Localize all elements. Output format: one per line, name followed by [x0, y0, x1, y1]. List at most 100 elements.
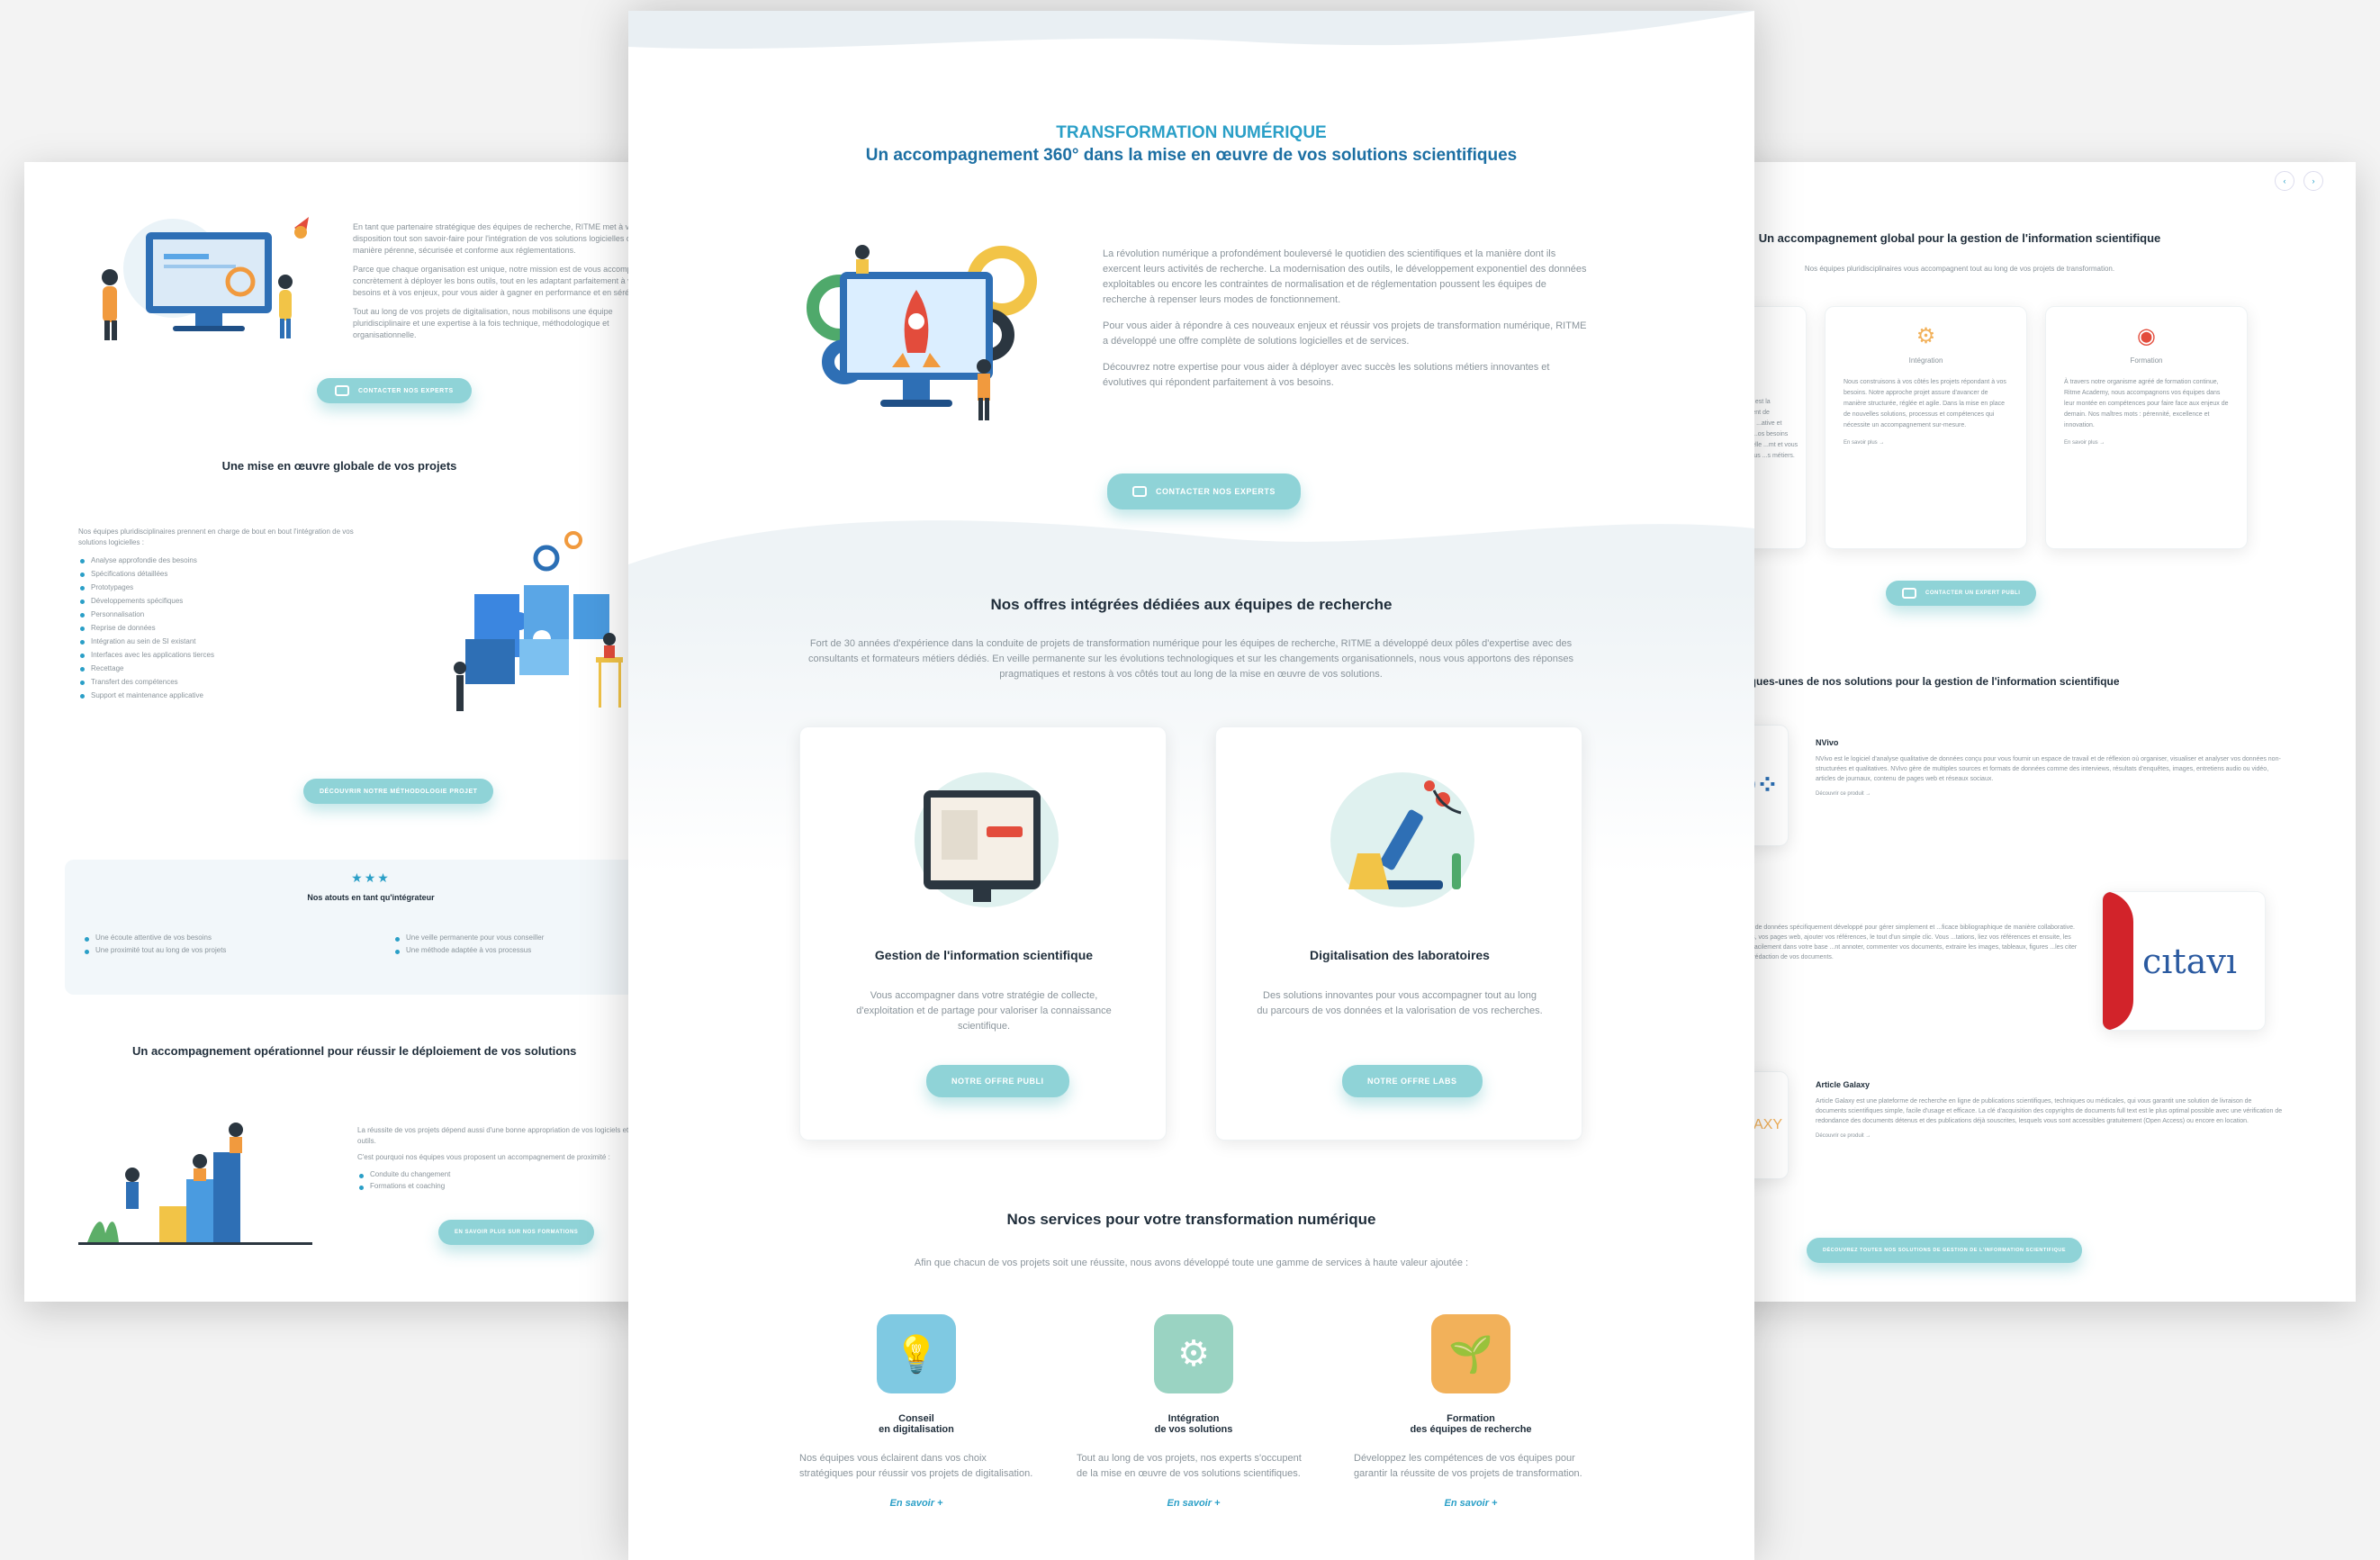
- section-intro: Nos équipes pluridisciplinaires prennent…: [78, 528, 354, 546]
- service-title: Conseil: [898, 1413, 934, 1424]
- methodology-label: Découvrir notre méthodologie projet: [320, 788, 478, 795]
- offer-text: Des solutions innovantes pour vous accom…: [1257, 990, 1543, 1016]
- citavi-logo-text: cıtavı: [2142, 941, 2237, 981]
- service-card: ◉ Formation À travers notre organisme ag…: [2045, 306, 2248, 549]
- service-list-item: Spécifications détaillées: [78, 567, 375, 581]
- lightbulb-gear-icon: ⚙: [1154, 1314, 1233, 1393]
- offer-labs-button[interactable]: Notre offre Labs: [1342, 1065, 1483, 1097]
- offer-card-publi: Gestion de l'information scientifique Vo…: [799, 726, 1167, 1141]
- section-text: C'est pourquoi nos équipes vous proposen…: [357, 1153, 610, 1161]
- service-subtitle: des équipes de recherche: [1410, 1424, 1532, 1435]
- page-headline: Un accompagnement 360° dans la mise en œ…: [865, 146, 1518, 165]
- card-link[interactable]: En savoir plus →: [1826, 431, 2026, 455]
- list-item: Formations et coaching: [357, 1180, 654, 1192]
- service-list-item: Développements spécifiques: [78, 594, 375, 608]
- contact-expert-publi-label: Contacter un expert Publi: [1925, 591, 2021, 596]
- service-title: Formation: [1447, 1413, 1495, 1424]
- service-card: ⚙ Intégration Nous construisons à vos cô…: [1825, 306, 2027, 549]
- section-title: Un accompagnement global pour la gestion…: [1758, 231, 2161, 245]
- service-title: Intégration: [1167, 1413, 1220, 1424]
- offer-publi-label: Notre offre Publi: [951, 1077, 1044, 1086]
- stars-icon: ★★★: [351, 870, 391, 885]
- card-title: Intégration: [1908, 356, 1943, 365]
- center-page: TRANSFORMATION NUMÉRIQUE Un accompagneme…: [628, 11, 1754, 1560]
- contact-experts-label: Contacter nos experts: [358, 387, 454, 394]
- card-title: Formation: [2130, 356, 2163, 365]
- atout-item: Une veille permanente pour vous conseill…: [393, 932, 654, 944]
- service-formation: 🌱 Formation des équipes de recherche Dév…: [1345, 1314, 1597, 1509]
- service-link[interactable]: En savoir +: [1345, 1498, 1597, 1509]
- intro-paragraph: Pour vous aider à répondre à ces nouveau…: [1103, 320, 1587, 347]
- atout-item: Une proximité tout au long de vos projet…: [83, 944, 353, 957]
- atouts-title: Nos atouts en tant qu'intégrateur: [307, 893, 435, 902]
- intro-paragraph: Découvrez notre expertise pour vous aide…: [1103, 362, 1550, 388]
- atout-item: Une méthode adaptée à vos processus: [393, 944, 654, 957]
- product-text: NVivo est le logiciel d'analyse qualitat…: [1816, 756, 2281, 782]
- section-intro: Nos équipes pluridisciplinaires vous acc…: [1804, 265, 2115, 273]
- atouts-panel: ★★★ Nos atouts en tant qu'intégrateur Un…: [65, 860, 654, 995]
- service-conseil: 💡 Conseil en digitalisation Nos équipes …: [790, 1314, 1042, 1509]
- services-title: Nos services pour votre transformation n…: [1006, 1211, 1376, 1228]
- intro-paragraph: La révolution numérique a profondément b…: [1103, 248, 1587, 305]
- section-title: Quelques-unes de nos solutions pour la g…: [1726, 675, 2120, 688]
- service-list-item: Interfaces avec les applications tierces: [78, 648, 375, 662]
- chat-icon: [1132, 486, 1147, 497]
- service-list-item: Support et maintenance applicative: [78, 689, 375, 702]
- service-link[interactable]: En savoir +: [790, 1498, 1042, 1509]
- puzzle-team-illustration: [454, 531, 623, 711]
- service-list-item: Intégration au sein de SI existant: [78, 635, 375, 648]
- rocket-computer-illustration: [807, 245, 1037, 420]
- carousel-controls: ‹ ›: [2275, 171, 2323, 191]
- lightbulb-brain-icon: 💡: [877, 1314, 956, 1393]
- offer-publi-button[interactable]: Notre offre Publi: [926, 1065, 1069, 1097]
- contact-expert-publi-button[interactable]: Contacter un expert Publi: [1886, 581, 2037, 606]
- service-integration: ⚙ Intégration de vos solutions Tout au l…: [1068, 1314, 1320, 1509]
- product-link[interactable]: Découvrir ce produit →: [1816, 791, 2284, 797]
- atout-item: Une écoute attentive de vos besoins: [83, 932, 353, 944]
- chat-icon: [335, 385, 349, 396]
- all-solutions-label: Découvrez toutes nos solutions de gestio…: [1823, 1248, 2067, 1253]
- page-kicker: TRANSFORMATION NUMÉRIQUE: [1056, 123, 1327, 142]
- lightbulb-leaf-icon: 🌱: [1431, 1314, 1510, 1393]
- product-name: Article Galaxy: [1816, 1080, 1871, 1089]
- intro-paragraph: Parce que chaque organisation est unique…: [353, 265, 653, 297]
- offer-labs-label: Notre offre Labs: [1367, 1077, 1457, 1086]
- contact-experts-label: Contacter nos experts: [1156, 487, 1276, 496]
- product-link[interactable]: →: [1726, 969, 2081, 975]
- intro-text: En tant que partenaire stratégique des é…: [353, 221, 654, 341]
- product-link[interactable]: Découvrir ce produit →: [1816, 1133, 2284, 1139]
- methodology-button[interactable]: Découvrir notre méthodologie projet: [303, 779, 494, 804]
- offers-title: Nos offres intégrées dédiées aux équipes…: [990, 596, 1393, 613]
- services-intro: Afin que chacun de vos projets soit une …: [914, 1258, 1469, 1268]
- product-text: ...de base de données spécifiquement dév…: [1726, 924, 2078, 960]
- service-link[interactable]: En savoir +: [1068, 1498, 1320, 1509]
- service-list-item: Reprise de données: [78, 621, 375, 635]
- card-link[interactable]: En savoir plus →: [2046, 431, 2247, 455]
- formation-icon: ◉: [2137, 324, 2156, 348]
- formations-label: En savoir plus sur nos formations: [455, 1230, 579, 1235]
- service-list-item: Prototypages: [78, 581, 375, 594]
- chat-icon: [1902, 588, 1916, 599]
- service-list-item: Personnalisation: [78, 608, 375, 621]
- product-text: Article Galaxy est une plateforme de rec…: [1816, 1098, 2283, 1124]
- offers-intro: Fort de 30 années d'expérience dans la c…: [808, 638, 1573, 680]
- formations-button[interactable]: En savoir plus sur nos formations: [438, 1220, 595, 1245]
- service-text: Tout au long de vos projets, nos experts…: [1077, 1453, 1302, 1479]
- prev-arrow-icon[interactable]: ‹: [2275, 171, 2294, 191]
- contact-experts-button[interactable]: Contacter nos experts: [317, 378, 472, 403]
- section-title: Une mise en œuvre globale de vos projets: [221, 459, 457, 473]
- offer-title: Gestion de l'information scientifique: [874, 948, 1094, 962]
- service-list-item: Recettage: [78, 662, 375, 675]
- offer-card-labs: Digitalisation des laboratoires Des solu…: [1215, 726, 1582, 1141]
- offer-text: Vous accompagner dans votre stratégie de…: [856, 990, 1112, 1032]
- microscope-lab-icon: [1330, 772, 1474, 907]
- section-title: Un accompagnement opérationnel pour réus…: [132, 1044, 577, 1058]
- all-solutions-button[interactable]: Découvrez toutes nos solutions de gestio…: [1807, 1238, 2083, 1263]
- intro-text-block: La révolution numérique a profondément b…: [1103, 247, 1589, 391]
- right-page-preview: ‹ › Un accompagnement global pour la ges…: [1726, 162, 2356, 1302]
- service-text: Nos équipes vous éclairent dans vos choi…: [799, 1453, 1033, 1479]
- teamwork-illustration: [78, 1123, 312, 1245]
- top-wave-decoration: [628, 11, 1754, 50]
- next-arrow-icon[interactable]: ›: [2303, 171, 2323, 191]
- offers-background: [628, 587, 1754, 875]
